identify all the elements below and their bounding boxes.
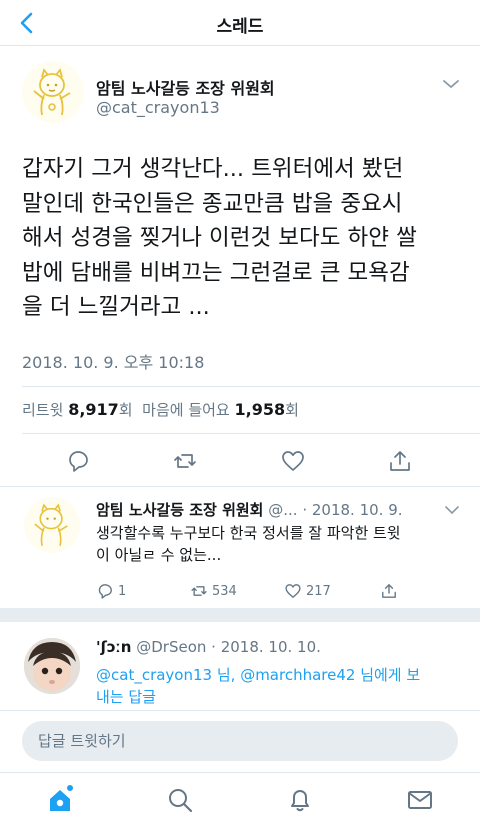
chevron-down-icon[interactable] <box>441 77 461 91</box>
like-button[interactable]: 217 <box>284 582 331 600</box>
reply-header: 'ʃɔːn @DrSeon · 2018. 10. 10. <box>96 638 321 656</box>
cat-doodle-avatar-icon <box>24 497 80 553</box>
share-button[interactable] <box>380 582 398 600</box>
mention-connector: 님, <box>212 666 241 684</box>
heart-icon <box>285 584 301 598</box>
divider <box>0 486 480 487</box>
avatar[interactable] <box>22 61 84 123</box>
page-title: 스레드 <box>216 17 264 37</box>
reply-header: 암팀 노사갈등 조장 위원회 @... · 2018. 10. 9. <box>96 499 403 520</box>
reply-text-line: 이 아닐ㄹ 수 없는... <box>96 546 222 564</box>
reply-count: 1 <box>118 583 127 599</box>
heart-icon[interactable] <box>280 448 306 474</box>
handle-and-date: @DrSeon · 2018. 10. 10. <box>136 638 321 656</box>
likes-unit: 회 <box>285 401 299 419</box>
reply-text: 생각할수록 누구보다 한국 정서를 잘 파악한 트윗 이 아닐ㄹ 수 없는... <box>96 522 460 566</box>
tweet-text-line: 말인데 한국인들은 종교만큼 밥을 중요시 <box>22 190 403 217</box>
mention-link[interactable]: @cat_crayon13 <box>96 666 212 684</box>
tweet-stats[interactable]: 리트윗 8,917회 마음에 들어요 1,958회 <box>22 399 299 420</box>
tweet-text-line: 갑자기 그거 생각난다... 트위터에서 봤던 <box>22 156 404 182</box>
section-separator <box>0 608 480 622</box>
tweet-text-line: 해서 성경을 찢거나 이런것 보다도 하얀 쌀 <box>22 225 417 251</box>
retweet-button[interactable]: 534 <box>190 582 237 600</box>
retweet-count: 534 <box>212 583 237 599</box>
tweet-text-line: 을 더 느낄거라고 ... <box>22 294 210 320</box>
reply-text-line: @cat_crayon13 님, @marchhare42 님에게 보 <box>96 664 460 686</box>
chevron-down-icon[interactable] <box>444 504 460 516</box>
bell-icon[interactable] <box>285 785 315 815</box>
retweets-label: 리트윗 <box>22 401 64 419</box>
reply-text-line: 내는 답글 <box>96 688 156 706</box>
retweet-icon <box>191 586 207 596</box>
likes-count: 1,958 <box>234 400 286 419</box>
mention-link[interactable]: @marchhare42 <box>240 666 355 684</box>
reply-text: @cat_crayon13 님, @marchhare42 님에게 보 내는 답… <box>96 664 460 708</box>
tweet-timestamp: 2018. 10. 9. 오후 10:18 <box>22 353 205 372</box>
display-name[interactable]: 'ʃɔːn <box>96 638 131 656</box>
retweets-count: 8,917 <box>68 400 119 419</box>
reply-compose-input[interactable]: 답글 트윗하기 <box>22 721 458 761</box>
reply-icon[interactable] <box>65 448 91 474</box>
baby-photo-avatar-icon <box>24 638 80 694</box>
compose-bar: 답글 트윗하기 <box>0 710 480 772</box>
user-handle[interactable]: @cat_crayon13 <box>96 98 220 117</box>
search-icon[interactable] <box>165 785 195 815</box>
avatar[interactable] <box>24 638 80 694</box>
share-icon <box>382 584 396 598</box>
display-name[interactable]: 암팀 노사갈등 조장 위원회 <box>96 75 275 99</box>
retweet-icon[interactable] <box>172 448 198 474</box>
like-count: 217 <box>306 583 331 599</box>
tweet-text: 갑자기 그거 생각난다... 트위터에서 봤던 말인데 한국인들은 종교만큼 밥… <box>22 152 462 325</box>
reply-button[interactable]: 1 <box>96 582 126 600</box>
handle-and-date: @... · 2018. 10. 9. <box>268 501 403 519</box>
mention-connector: 님에게 보 <box>355 666 421 684</box>
share-icon[interactable] <box>387 448 413 474</box>
divider <box>22 433 480 434</box>
new-content-dot <box>67 785 73 791</box>
display-name[interactable]: 암팀 노사갈등 조장 위원회 <box>96 501 263 519</box>
tweet-text-line: 밥에 담배를 비벼끄는 그런걸로 큰 모욕감 <box>22 259 410 286</box>
avatar[interactable] <box>24 497 80 553</box>
reply-icon <box>98 584 112 599</box>
likes-label: 마음에 들어요 <box>142 401 230 419</box>
top-navigation-bar: 스레드 <box>0 0 480 46</box>
divider <box>22 386 480 387</box>
retweets-unit: 회 <box>118 401 133 419</box>
cat-doodle-avatar-icon <box>22 61 84 123</box>
bottom-tab-bar <box>0 772 480 827</box>
reply-text-line: 생각할수록 누구보다 한국 정서를 잘 파악한 트윗 <box>96 524 401 542</box>
mail-icon[interactable] <box>405 785 435 815</box>
